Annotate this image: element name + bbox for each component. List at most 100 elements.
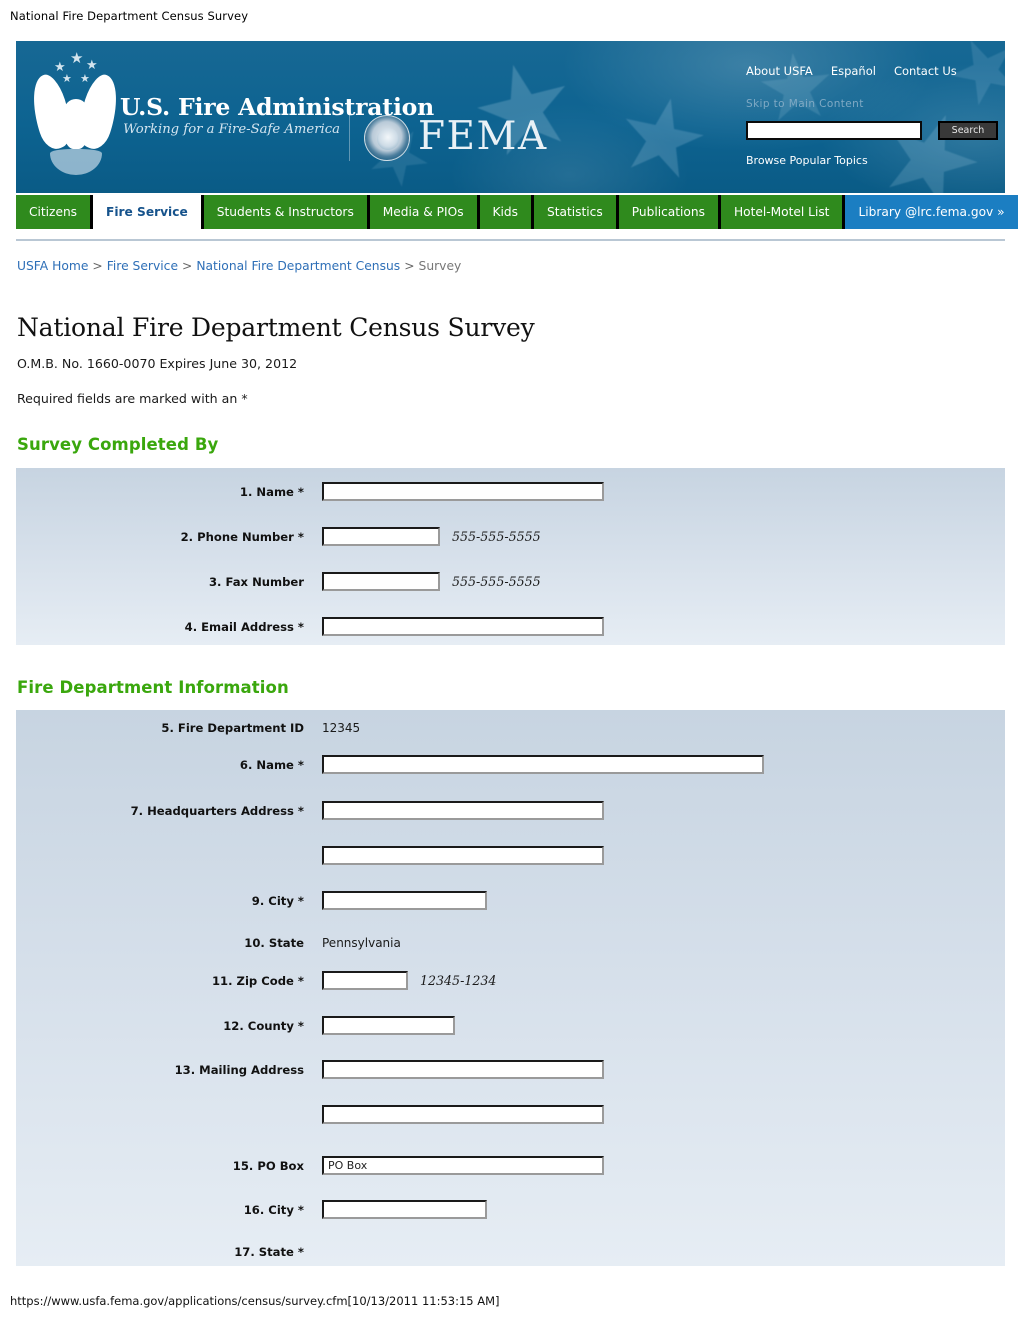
nav-tab-kids[interactable]: Kids [479, 195, 535, 229]
form-row-po-box: 15. PO Box [16, 1156, 1005, 1175]
label-name: 1. Name * [239, 484, 304, 499]
browse-popular-topics-link[interactable]: Browse Popular Topics [746, 154, 868, 167]
form-row-phone-number: 2. Phone Number * 555-555-5555 [16, 527, 1005, 546]
breadcrumb-item-national-fire-department-census[interactable]: National Fire Department Census [196, 259, 400, 273]
link-contact-us[interactable]: Contact Us [894, 64, 957, 78]
form-row-mailing-city: 16. City * [16, 1200, 1005, 1219]
input-headquarters-address-line2[interactable] [322, 846, 604, 865]
nav-bottom-rule [16, 239, 1005, 241]
input-zip-code[interactable] [322, 971, 408, 990]
eagle-body [62, 107, 90, 149]
form-row-mailing-address-2 [16, 1105, 1005, 1124]
form-row-email-address: 4. Email Address * [16, 617, 1005, 636]
breadcrumb-item-survey: Survey [418, 259, 462, 273]
label-zip-code: 11. Zip Code * [211, 973, 304, 988]
fema-wordmark: FEMA [418, 114, 548, 159]
value-fire-department-id: 12345 [322, 721, 361, 735]
footer-url: https://www.usfa.fema.gov/applications/c… [10, 1294, 500, 1308]
search-input[interactable] [746, 121, 922, 140]
control-po-box [322, 1156, 604, 1175]
input-po-box[interactable] [322, 1156, 604, 1175]
form-row-headquarters-address-2 [16, 846, 1005, 865]
input-department-name[interactable] [322, 755, 764, 774]
nav-tab-students-instructors[interactable]: Students & Instructors [203, 195, 370, 229]
form-row-mailing-address-1: 13. Mailing Address [16, 1060, 1005, 1079]
form-row-zip-code: 11. Zip Code * 12345-1234 [16, 971, 1005, 990]
control-mailing-city [322, 1200, 487, 1219]
control-zip-code: 12345-1234 [322, 971, 496, 990]
nav-tab-library[interactable]: Library @lrc.fema.gov » [845, 195, 1018, 229]
label-county: 12. County * [223, 1018, 304, 1033]
form-row-city: 9. City * [16, 891, 1005, 910]
nav-tab-citizens[interactable]: Citizens [16, 195, 94, 229]
usfa-eagle-logo-icon: ★ ★ ★ ★ ★ [23, 49, 128, 181]
breadcrumb: USFA Home > Fire Service > National Fire Dep… [17, 259, 461, 273]
control-city [322, 891, 487, 910]
label-email-address: 4. Email Address * [184, 619, 304, 634]
form-row-fax-number: 3. Fax Number 555-555-5555 [16, 572, 1005, 591]
dhs-seal-icon [364, 115, 410, 161]
control-county [322, 1016, 455, 1035]
breadcrumb-separator: > [182, 259, 193, 273]
link-espanol[interactable]: Español [831, 64, 876, 78]
eagle-laurel [50, 149, 102, 175]
usfa-wordmark-line1: U.S. Fire Administration [120, 93, 435, 121]
nav-tab-publications[interactable]: Publications [618, 195, 721, 229]
input-name[interactable] [322, 482, 604, 501]
input-city[interactable] [322, 891, 487, 910]
form-row-mailing-state: 17. State * [16, 1245, 1005, 1259]
page-title: National Fire Department Census Survey [17, 313, 535, 342]
hint-fax-number: 555-555-5555 [452, 574, 541, 589]
search-button[interactable]: Search [938, 121, 998, 140]
label-phone-number: 2. Phone Number * [180, 529, 304, 544]
input-phone-number[interactable] [322, 527, 440, 546]
control-headquarters-address-2 [322, 846, 604, 865]
hint-zip-code: 12345-1234 [420, 973, 497, 988]
utility-links: About USFA Español Contact Us [746, 64, 975, 78]
label-fire-department-id: 5. Fire Department ID [161, 721, 304, 735]
control-headquarters-address-1 [322, 801, 604, 820]
form-row-state: 10. State Pennsylvania [16, 936, 1005, 950]
usfa-wordmark-tagline: Working for a Fire-Safe America [123, 122, 340, 137]
form-section-fire-department-information: 5. Fire Department ID 12345 6. Name * 7.… [16, 710, 1005, 1266]
search-form: Search [746, 121, 998, 140]
label-state: 10. State [244, 936, 304, 950]
label-mailing-address: 13. Mailing Address [174, 1062, 304, 1077]
control-fax-number: 555-555-5555 [322, 572, 541, 591]
form-row-headquarters-address-1: 7. Headquarters Address * [16, 801, 1005, 820]
label-department-name: 6. Name * [239, 757, 304, 772]
skip-to-main-content-link[interactable]: Skip to Main Content [746, 98, 864, 110]
form-row-name: 1. Name * [16, 482, 1005, 501]
star-icon: ★ [928, 41, 1005, 132]
control-email-address [322, 617, 604, 636]
nav-tab-statistics[interactable]: Statistics [534, 195, 619, 229]
label-mailing-city: 16. City * [243, 1202, 304, 1217]
breadcrumb-item-usfa-home[interactable]: USFA Home [17, 259, 88, 273]
nav-tab-media-pios[interactable]: Media & PIOs [369, 195, 480, 229]
form-row-department-name: 6. Name * [16, 755, 1005, 774]
label-city: 9. City * [251, 893, 304, 908]
breadcrumb-item-fire-service[interactable]: Fire Service [107, 259, 178, 273]
label-mailing-state: 17. State * [234, 1245, 304, 1259]
nav-tab-fire-service[interactable]: Fire Service [93, 195, 204, 229]
star-icon: ★ [604, 67, 721, 193]
input-mailing-address-line2[interactable] [322, 1105, 604, 1124]
usfa-wordmark: U.S. Fire Administration Working for a F… [120, 93, 435, 137]
label-fax-number: 3. Fax Number [208, 574, 304, 589]
input-mailing-city[interactable] [322, 1200, 487, 1219]
input-county[interactable] [322, 1016, 455, 1035]
breadcrumb-separator: > [404, 259, 415, 273]
document-print-title: National Fire Department Census Survey [10, 9, 249, 23]
input-headquarters-address-line1[interactable] [322, 801, 604, 820]
control-mailing-address-2 [322, 1105, 604, 1124]
input-fax-number[interactable] [322, 572, 440, 591]
link-about-usfa[interactable]: About USFA [746, 64, 813, 78]
label-po-box: 15. PO Box [232, 1158, 304, 1173]
input-mailing-address-line1[interactable] [322, 1060, 604, 1079]
form-section-survey-completed-by: 1. Name * 2. Phone Number * 555-555-5555… [16, 468, 1005, 645]
value-state: Pennsylvania [322, 936, 401, 950]
nav-tab-hotel-motel-list[interactable]: Hotel-Motel List [720, 195, 846, 229]
input-email-address[interactable] [322, 617, 604, 636]
form-row-fire-department-id: 5. Fire Department ID 12345 [16, 721, 1005, 735]
control-phone-number: 555-555-5555 [322, 527, 541, 546]
